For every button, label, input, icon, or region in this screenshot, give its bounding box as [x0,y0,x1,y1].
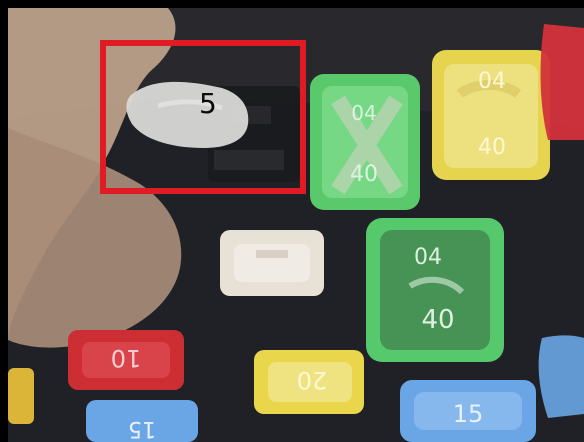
fuse-green-middle: 04 40 [366,218,504,362]
scene: 04 40 04 40 04 40 10 20 15 15 5 [0,0,584,442]
fuse-marking: 04 [414,245,442,270]
fuse-marking: 40 [478,135,506,160]
fuse-white-small [220,230,324,296]
fuse-box-photo: 04 40 04 40 04 40 10 20 15 15 5 [8,8,584,442]
fuse-yellow-top: 04 40 [432,50,550,180]
fuse-marking: 40 [350,162,378,187]
highlight-label: 5 [199,87,217,120]
fuse-yellow-bottom: 20 [254,350,364,414]
fuse-marking: 15 [128,416,156,441]
fuse-marking: 04 [478,69,506,94]
fuse-red-bottom-left: 10 [68,330,184,390]
fuse-blue-bottom-center: 15 [400,380,536,442]
fuse-blue-right-edge [538,335,584,418]
fuse-marking: 15 [453,400,484,428]
left-yellow-strip [8,368,34,424]
fuse-blue-bottom-left: 15 [86,400,198,442]
fuse-marking: 04 [351,101,376,125]
fuse-marking: 20 [297,366,328,394]
fuse-marking: 40 [421,305,454,335]
red-component-edge [540,24,584,140]
fuse-marking: 10 [111,344,142,372]
fuse-green-top: 04 40 [310,74,420,210]
